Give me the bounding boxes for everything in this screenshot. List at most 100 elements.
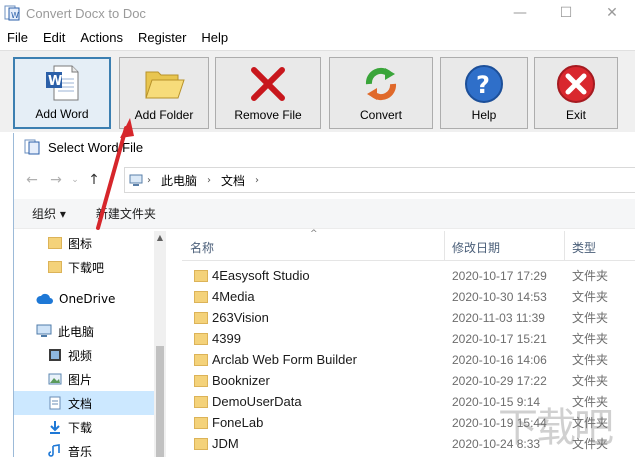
folder-icon [194, 395, 208, 408]
add-word-button[interactable]: W Add Word [13, 57, 111, 129]
exit-icon [553, 64, 599, 104]
up-arrow-icon[interactable]: ↑ [82, 172, 106, 188]
convert-arrows-icon [358, 64, 404, 104]
exit-button[interactable]: Exit [534, 57, 618, 129]
remove-x-icon [245, 64, 291, 104]
file-date: 2020-11-03 11:39 [452, 310, 545, 325]
table-row[interactable]: 4399 2020-10-17 15:21 文件夹 [182, 328, 635, 349]
table-row[interactable]: Booknizer 2020-10-29 17:22 文件夹 [182, 370, 635, 391]
nav-item-onedrive[interactable]: OneDrive [14, 287, 154, 311]
help-label: Help [471, 108, 497, 122]
address-row: ← → ⌄ ↑ › 此电脑 › 文档 › [14, 167, 635, 193]
folder-icon [48, 261, 62, 273]
column-type[interactable]: 类型 [572, 239, 596, 256]
file-name: JDM [212, 436, 239, 451]
cloud-icon [36, 293, 53, 304]
nav-item-label: 此电脑 [58, 324, 95, 339]
convert-label: Convert [359, 108, 403, 122]
table-row[interactable]: 4Media 2020-10-30 14:53 文件夹 [182, 286, 635, 307]
forward-arrow-icon[interactable]: → [44, 172, 68, 188]
breadcrumb-separator: › [147, 174, 151, 186]
file-name: Booknizer [212, 373, 270, 388]
word-document-icon: W [39, 63, 85, 103]
maximize-button[interactable]: ☐ [543, 0, 589, 26]
column-date[interactable]: 修改日期 [452, 239, 500, 256]
add-folder-button[interactable]: Add Folder [119, 57, 209, 129]
file-name: DemoUserData [212, 394, 302, 409]
help-question-icon: ? [461, 64, 507, 104]
folder-icon [194, 353, 208, 366]
new-folder-button[interactable]: 新建文件夹 [96, 205, 156, 222]
add-word-label: Add Word [35, 107, 89, 121]
nav-item-downloads[interactable]: 下载 [14, 415, 154, 439]
menu-help[interactable]: Help [194, 26, 236, 50]
menu-edit[interactable]: Edit [36, 26, 73, 50]
file-date: 2020-10-17 15:21 [452, 331, 547, 346]
document-icon [49, 396, 61, 410]
svg-text:W: W [11, 11, 19, 20]
nav-item-icons[interactable]: 图标 [14, 231, 154, 255]
organize-button[interactable]: 组织 ▾ [32, 205, 66, 222]
computer-icon [36, 324, 52, 337]
file-type: 文件夹 [572, 374, 609, 388]
nav-item-label: 视频 [68, 348, 93, 363]
menu-register[interactable]: Register [131, 26, 194, 50]
breadcrumb-separator: › [207, 174, 212, 186]
nav-item-documents[interactable]: 文档 [14, 391, 154, 415]
command-bar: 组织 ▾ 新建文件夹 [14, 199, 635, 229]
remove-file-label: Remove File [234, 108, 302, 122]
nav-item-xiazaiba[interactable]: 下载吧 [14, 255, 154, 279]
nav-item-label: 图片 [68, 372, 93, 387]
nav-item-label: 下载 [68, 420, 93, 435]
minimize-button[interactable]: — [497, 0, 543, 26]
table-row[interactable]: 263Vision 2020-11-03 11:39 文件夹 [182, 307, 635, 328]
address-bar[interactable]: › 此电脑 › 文档 › [124, 167, 635, 193]
file-date: 2020-10-30 14:53 [452, 289, 547, 304]
file-list-header: 名称 ^ 修改日期 类型 [182, 229, 635, 261]
scroll-up-icon[interactable]: ▲ [154, 233, 166, 242]
navigation-pane: 图标 下载吧 OneDrive 此电脑 视频 图片 文档 下载 音乐 ▲ [14, 231, 166, 457]
recent-chevron-icon[interactable]: ⌄ [68, 175, 82, 185]
menu-bar: File Edit Actions Register Help [0, 26, 635, 50]
computer-icon [129, 174, 143, 186]
file-name: FoneLab [212, 415, 264, 430]
title-bar: W Convert Docx to Doc — ☐ ✕ [0, 0, 635, 26]
file-type: 文件夹 [572, 290, 609, 304]
file-name: 4399 [212, 331, 241, 346]
folder-icon [194, 290, 208, 303]
svg-text:W: W [48, 74, 62, 89]
picture-icon [48, 373, 62, 385]
toolbar: W Add Word Add Folder Remove File Conver… [0, 50, 635, 132]
file-name: 263Vision [212, 310, 269, 325]
exit-label: Exit [565, 108, 586, 122]
nav-scrollbar[interactable]: ▲ [154, 231, 166, 457]
remove-file-button[interactable]: Remove File [215, 57, 321, 129]
menu-file[interactable]: File [0, 26, 36, 50]
file-date: 2020-10-17 17:29 [452, 268, 547, 283]
breadcrumb-separator: › [255, 174, 260, 186]
back-arrow-icon[interactable]: ← [20, 172, 44, 188]
nav-item-videos[interactable]: 视频 [14, 343, 154, 367]
column-name[interactable]: 名称 [190, 239, 214, 256]
close-button[interactable]: ✕ [589, 0, 635, 26]
app-icon: W [4, 5, 20, 21]
file-name: Arclab Web Form Builder [212, 352, 357, 367]
file-type: 文件夹 [572, 311, 609, 325]
menu-actions[interactable]: Actions [73, 26, 131, 50]
file-date: 2020-10-29 17:22 [452, 373, 547, 388]
nav-item-music[interactable]: 音乐 [14, 439, 154, 457]
nav-item-this-pc[interactable]: 此电脑 [14, 319, 154, 343]
folder-icon [194, 269, 208, 282]
nav-item-label: 图标 [68, 236, 93, 251]
table-row[interactable]: 4Easysoft Studio 2020-10-17 17:29 文件夹 [182, 265, 635, 286]
convert-button[interactable]: Convert [329, 57, 433, 129]
nav-item-pictures[interactable]: 图片 [14, 367, 154, 391]
breadcrumb-this-pc[interactable]: 此电脑 [155, 172, 203, 189]
scrollbar-thumb[interactable] [156, 346, 164, 457]
table-row[interactable]: Arclab Web Form Builder 2020-10-16 14:06… [182, 349, 635, 370]
dialog-app-icon [24, 139, 40, 155]
help-button[interactable]: ? Help [440, 57, 528, 129]
breadcrumb-documents[interactable]: 文档 [215, 172, 251, 189]
add-folder-label: Add Folder [134, 108, 194, 122]
file-type: 文件夹 [572, 269, 609, 283]
